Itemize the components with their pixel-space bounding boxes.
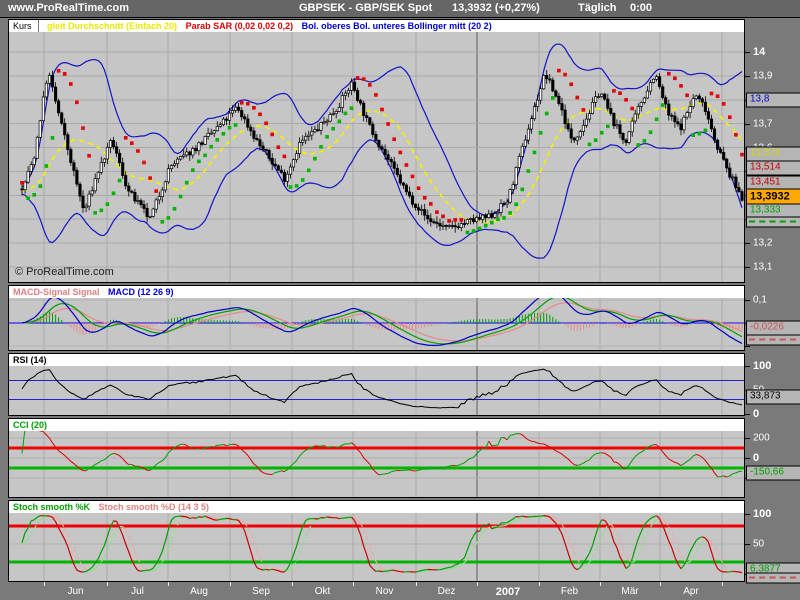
stoch-chart-canvas[interactable] (9, 513, 744, 581)
indicator-value-label (746, 335, 800, 346)
y-axis-tick (745, 544, 750, 545)
y-axis-tick (745, 52, 750, 53)
cci-panel: CCI (20) (8, 418, 745, 498)
y-axis-tick (745, 458, 750, 459)
indicator-value-label: 33,873 (746, 390, 800, 405)
x-axis-month-label: Apr (683, 586, 699, 597)
stoch-d-label[interactable]: Stoch smooth %D (14 3 5) (99, 502, 210, 512)
x-axis-month-label: Jun (67, 586, 83, 597)
rsi-label[interactable]: RSI (14) (13, 355, 47, 365)
macd-chart-canvas[interactable] (9, 298, 744, 350)
x-axis-tick (230, 582, 231, 586)
x-axis-tick (600, 582, 601, 586)
rsi-panel: RSI (14) (8, 353, 745, 416)
timeframe-label[interactable]: Täglich (578, 2, 617, 14)
indicator-value-label: -0,0226 (746, 321, 800, 336)
x-axis-month-label: Dez (438, 586, 456, 597)
indicator-value-label: 13,572 (746, 147, 800, 162)
x-axis-month-label: Sep (252, 586, 270, 597)
y-axis-tick-label: 200 (753, 433, 770, 444)
ma-indicator-label[interactable]: gleit Durchschnitt (Einfach 20) (47, 21, 177, 31)
y-axis-tick (745, 300, 750, 301)
cci-label[interactable]: CCI (20) (13, 420, 47, 430)
indicator-value-label: 13,514 (746, 161, 800, 176)
price-axis[interactable]: 1413,913,813,713,613,513,413,313,213,10,… (745, 0, 800, 600)
y-axis-tick (745, 243, 750, 244)
time-label: 0:00 (630, 2, 652, 14)
x-axis-month-label: Feb (561, 586, 578, 597)
y-axis-tick-label: 14 (753, 46, 765, 58)
bollinger-indicator-label[interactable]: Bol. oberes Bol. unteres Bollinger mitt … (302, 21, 492, 31)
price-panel: Kurs gleit Durchschnitt (Einfach 20) Par… (8, 19, 745, 283)
y-axis-tick (745, 514, 750, 515)
top-bar: www.ProRealTime.com GBPSEK - GBP/SEK Spo… (0, 0, 800, 18)
y-axis-tick-label: 0 (753, 408, 759, 420)
x-axis-tick (722, 582, 723, 586)
y-axis-tick (745, 438, 750, 439)
x-axis-tick (416, 582, 417, 586)
indicator-value-label: 13,8 (746, 93, 800, 108)
stoch-k-label[interactable]: Stoch smooth %K (13, 502, 90, 512)
kurs-tab[interactable]: Kurs (9, 20, 39, 32)
cci-chart-canvas[interactable] (9, 431, 744, 497)
y-axis-tick-label: 13,7 (753, 119, 772, 130)
x-axis-month-label: Aug (190, 586, 208, 597)
x-axis-month-label: Jul (131, 586, 144, 597)
last-quote: 13,3932 (+0,27%) (452, 2, 540, 14)
y-axis-tick (745, 346, 750, 347)
x-axis-month-label: Nov (376, 586, 394, 597)
indicator-value-label (746, 217, 800, 228)
y-axis-tick-label: 13,1 (753, 262, 772, 273)
line-style-swatch (749, 577, 796, 579)
x-axis-tick (44, 582, 45, 586)
sar-indicator-label[interactable]: Parab SAR (0,02 0,02 0,2) (186, 21, 294, 31)
macd-label[interactable]: MACD (12 26 9) (108, 287, 174, 297)
x-axis-tick (539, 582, 540, 586)
x-axis-month-label: Mär (621, 586, 638, 597)
macd-signal-label[interactable]: MACD-Signal Signal (13, 287, 100, 297)
line-style-swatch (749, 339, 796, 341)
site-link[interactable]: www.ProRealTime.com (8, 2, 129, 14)
prorealtime-app: { "top_bar": { "site": "www.ProRealTime.… (0, 0, 800, 600)
y-axis-tick (745, 414, 750, 415)
x-axis-tick (107, 582, 108, 586)
x-axis-tick (660, 582, 661, 586)
x-axis-month-label: 2007 (496, 586, 520, 598)
x-axis-month-label: Okt (315, 586, 331, 597)
y-axis-tick-label: 100 (753, 508, 771, 520)
stoch-panel: Stoch smooth %K Stoch smooth %D (14 3 5) (8, 500, 745, 582)
x-axis-tick (477, 582, 478, 586)
y-axis-tick-label: 50 (753, 539, 764, 550)
price-chart-canvas[interactable] (9, 32, 744, 282)
x-axis-tick (292, 582, 293, 586)
x-axis-tick (168, 582, 169, 586)
chart-title: GBPSEK - GBP/SEK Spot (299, 2, 432, 14)
rsi-chart-canvas[interactable] (9, 366, 744, 415)
y-axis-tick (745, 267, 750, 268)
watermark: © ProRealTime.com (15, 266, 114, 278)
y-axis-tick-label: 100 (753, 360, 771, 372)
y-axis-tick-label: 13,9 (753, 71, 772, 82)
time-axis[interactable]: Jun Jul Aug Sep Okt Nov Dez 2007 Feb Mär Apr (8, 582, 800, 600)
y-axis-tick (745, 76, 750, 77)
indicator-value-label: -150,66 (746, 466, 800, 481)
y-axis-tick-label: 0 (753, 452, 759, 464)
y-axis-tick (745, 366, 750, 367)
y-axis-tick-label: 13,2 (753, 238, 772, 249)
x-axis-tick (353, 582, 354, 586)
y-axis-tick (745, 124, 750, 125)
line-style-swatch (749, 221, 796, 223)
y-axis-tick-label: 0,1 (753, 295, 767, 306)
macd-panel: MACD-Signal Signal MACD (12 26 9) (8, 285, 745, 351)
